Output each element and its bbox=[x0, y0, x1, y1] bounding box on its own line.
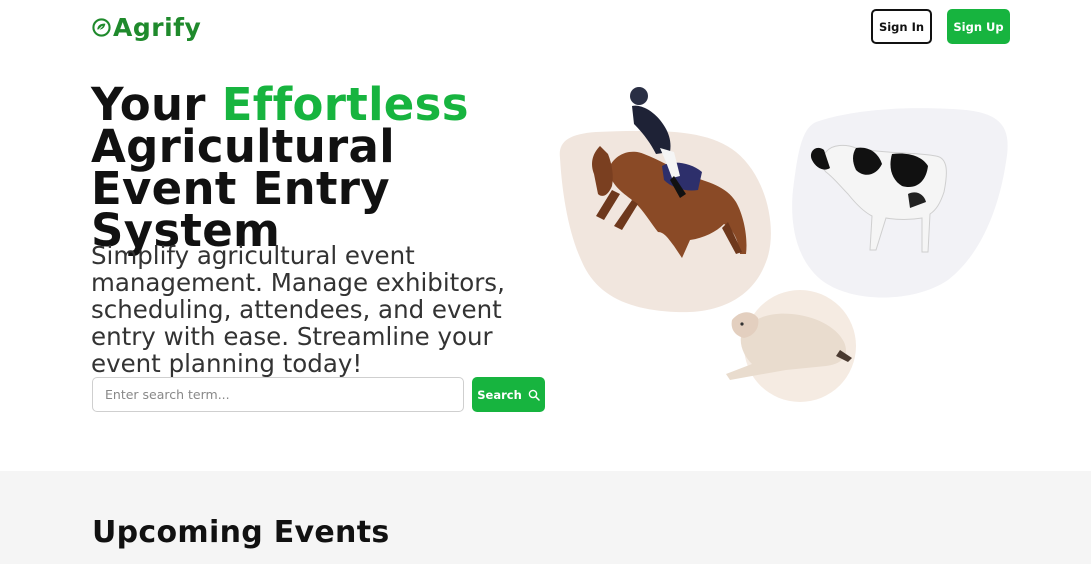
search-icon bbox=[528, 389, 540, 401]
leaf-circle-icon bbox=[92, 17, 111, 37]
sign-up-button[interactable]: Sign Up bbox=[947, 9, 1010, 44]
upcoming-events-title: Upcoming Events bbox=[92, 515, 390, 550]
logo[interactable]: Agrify bbox=[92, 12, 201, 42]
search-button[interactable]: Search bbox=[472, 377, 545, 412]
search-button-label: Search bbox=[477, 387, 522, 402]
hero-illustration bbox=[559, 87, 1008, 402]
logo-text: Agrify bbox=[113, 12, 202, 42]
sign-in-button[interactable]: Sign In bbox=[871, 9, 932, 44]
hero-title: Your Effortless Agricultural Event Entry … bbox=[91, 82, 551, 253]
hero-title-part2: Agricultural Event Entry System bbox=[91, 120, 395, 257]
site-header: Agrify Sign In Sign Up bbox=[0, 0, 1091, 56]
hero-subtitle: Simplify agricultural event management. … bbox=[91, 241, 505, 378]
search-input[interactable] bbox=[92, 377, 464, 412]
upcoming-events-section: Upcoming Events bbox=[0, 471, 1091, 564]
